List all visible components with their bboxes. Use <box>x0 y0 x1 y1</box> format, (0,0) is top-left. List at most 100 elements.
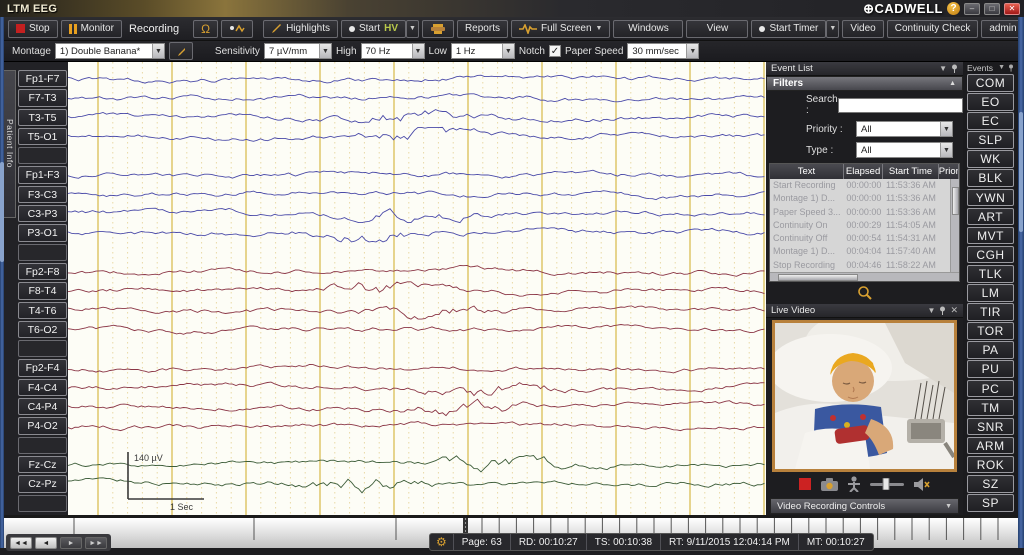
view-button[interactable]: View <box>686 19 749 38</box>
channel-label-F7-T3[interactable]: F7-T3 <box>18 89 67 107</box>
event-button-BLK[interactable]: BLK <box>967 169 1014 188</box>
event-button-COM[interactable]: COM <box>967 74 1014 92</box>
channel-label-C3-P3[interactable]: C3-P3 <box>18 205 67 223</box>
live-video-header[interactable]: Live Video ▼ ✕ <box>766 304 963 318</box>
montage-edit-button[interactable] <box>168 42 193 60</box>
print-button[interactable] <box>421 19 454 38</box>
volume-slider[interactable] <box>870 478 904 490</box>
channel-label-F4-C4[interactable]: F4-C4 <box>18 378 67 397</box>
notch-checkbox[interactable]: ✓ <box>549 45 561 57</box>
event-marker-button[interactable] <box>221 19 254 38</box>
maximize-button[interactable]: □ <box>984 2 1000 15</box>
event-button-TIR[interactable]: TIR <box>967 303 1014 321</box>
horizontal-scrollbar[interactable] <box>770 272 959 281</box>
help-button[interactable]: ? <box>947 2 960 15</box>
filters-section-header[interactable]: Filters ▲ <box>766 76 963 91</box>
last-page-button[interactable]: ►► <box>85 536 107 549</box>
recording-timeline[interactable]: ◄◄ ◄ ► ►► ⚙ Page: 63 RD: 00:10:27 TS: 00… <box>4 515 1018 551</box>
channel-label-T4-T6[interactable]: T4-T6 <box>18 301 67 319</box>
events-panel-header[interactable]: Events ▼ <box>963 62 1018 74</box>
event-button-LM[interactable]: LM <box>967 284 1014 302</box>
video-recording-controls-expander[interactable]: Video Recording Controls ▼ <box>770 498 959 514</box>
event-button-PU[interactable]: PU <box>967 360 1014 378</box>
event-column-start-time[interactable]: Start Time <box>883 164 939 179</box>
priority-select[interactable]: All ▼ <box>856 121 953 137</box>
chevron-up-icon[interactable]: ▲ <box>949 80 956 87</box>
channel-label-T6-O2[interactable]: T6-O2 <box>18 320 67 339</box>
paper-speed-select[interactable]: 30 mm/sec ▼ <box>627 43 700 59</box>
highlights-button[interactable]: Highlights <box>263 19 338 38</box>
scrollbar-thumb[interactable] <box>778 274 858 281</box>
vertical-scrollbar[interactable] <box>950 179 959 272</box>
event-row[interactable]: Paper Speed 3... 00:00:00 11:53:36 AM <box>770 206 959 219</box>
event-button-PA[interactable]: PA <box>967 341 1014 359</box>
patient-info-tab[interactable]: Patient Info <box>4 70 16 218</box>
event-button-WK[interactable]: WK <box>967 150 1014 168</box>
channel-label-P4-O2[interactable]: P4-O2 <box>18 417 67 435</box>
event-table-header[interactable]: TextElapsedStart TimePriority <box>770 164 959 179</box>
montage-select[interactable]: 1) Double Banana* ▼ <box>54 43 165 59</box>
pin-icon[interactable] <box>951 64 958 73</box>
event-button-YWN[interactable]: YWN <box>967 188 1014 207</box>
event-button-TOR[interactable]: TOR <box>967 322 1014 340</box>
event-button-ARM[interactable]: ARM <box>967 436 1014 455</box>
event-button-SP[interactable]: SP <box>967 494 1014 512</box>
start-hv-dropdown[interactable]: ▼ <box>406 19 419 38</box>
event-button-SLP[interactable]: SLP <box>967 131 1014 149</box>
high-filter-select[interactable]: 70 Hz ▼ <box>360 43 425 59</box>
event-row[interactable]: Start Recording 00:00:00 11:53:36 AM <box>770 179 959 192</box>
sensitivity-select[interactable]: 7 µV/mm ▼ <box>263 43 332 59</box>
gear-icon[interactable]: ⚙ <box>430 534 454 550</box>
start-timer-button[interactable]: Start Timer <box>751 19 827 38</box>
scrollbar-thumb[interactable] <box>0 162 4 262</box>
event-row[interactable]: Montage 1) D... 00:00:00 11:53:36 AM <box>770 192 959 205</box>
start-hv-button[interactable]: Start HV <box>340 19 407 38</box>
channel-label-P3-O1[interactable]: P3-O1 <box>18 224 67 242</box>
video-button[interactable]: Video <box>842 19 884 38</box>
scrollbar-thumb[interactable] <box>1019 112 1023 232</box>
pin-icon[interactable] <box>1008 64 1014 72</box>
continuity-check-button[interactable]: Continuity Check <box>886 19 979 38</box>
channel-label-T3-T5[interactable]: T3-T5 <box>18 108 67 126</box>
event-button-CGH[interactable]: CGH <box>967 245 1014 264</box>
close-button[interactable]: ✕ <box>1004 2 1020 15</box>
event-column-text[interactable]: Text <box>770 164 844 179</box>
chevron-down-icon[interactable]: ▼ <box>998 64 1005 72</box>
channel-label-Fp1-F7[interactable]: Fp1-F7 <box>18 70 67 88</box>
mute-speaker-icon[interactable] <box>914 477 930 491</box>
minimize-button[interactable]: – <box>964 2 980 15</box>
next-page-button[interactable]: ► <box>60 536 82 549</box>
channel-label-Fz-Cz[interactable]: Fz-Cz <box>18 455 67 474</box>
event-button-EC[interactable]: EC <box>967 112 1014 130</box>
chevron-down-icon[interactable]: ▼ <box>939 64 947 73</box>
chevron-down-icon[interactable]: ▼ <box>928 306 936 315</box>
event-button-TLK[interactable]: TLK <box>967 264 1014 283</box>
stop-button[interactable]: Stop <box>8 19 58 38</box>
person-icon[interactable] <box>848 476 860 492</box>
close-icon[interactable]: ✕ <box>950 305 958 316</box>
channel-label-Fp2-F8[interactable]: Fp2-F8 <box>18 262 67 281</box>
impedance-button[interactable]: Ω <box>193 19 219 38</box>
previous-page-button[interactable]: ◄ <box>35 536 57 549</box>
event-column-elapsed[interactable]: Elapsed <box>844 164 884 179</box>
eeg-trace-area[interactable]: 140 µV 1 Sec <box>67 62 766 515</box>
event-row[interactable]: Stop Recording 00:04:46 11:58:22 AM <box>770 259 959 272</box>
type-select[interactable]: All ▼ <box>856 142 953 158</box>
event-button-MVT[interactable]: MVT <box>967 226 1014 245</box>
event-row[interactable]: Montage 1) D... 00:04:04 11:57:40 AM <box>770 245 959 258</box>
event-button-ROK[interactable]: ROK <box>967 455 1014 474</box>
event-button-TM[interactable]: TM <box>967 398 1014 417</box>
channel-label-Fp2-F4[interactable]: Fp2-F4 <box>18 359 67 377</box>
event-column-priority[interactable]: Priority <box>939 164 959 179</box>
channel-label-T5-O1[interactable]: T5-O1 <box>18 127 67 146</box>
channel-label-F3-C3[interactable]: F3-C3 <box>18 185 67 204</box>
search-input[interactable] <box>837 97 963 113</box>
reports-button[interactable]: Reports <box>456 19 508 38</box>
event-row[interactable]: Continuity Off 00:00:54 11:54:31 AM <box>770 232 959 245</box>
channel-label-C4-P4[interactable]: C4-P4 <box>18 398 67 416</box>
event-button-SNR[interactable]: SNR <box>967 417 1014 436</box>
scrollbar-thumb[interactable] <box>952 187 959 215</box>
monitor-button[interactable]: Monitor <box>60 19 122 38</box>
channel-label-F8-T4[interactable]: F8-T4 <box>18 282 67 300</box>
event-button-ART[interactable]: ART <box>967 207 1014 226</box>
